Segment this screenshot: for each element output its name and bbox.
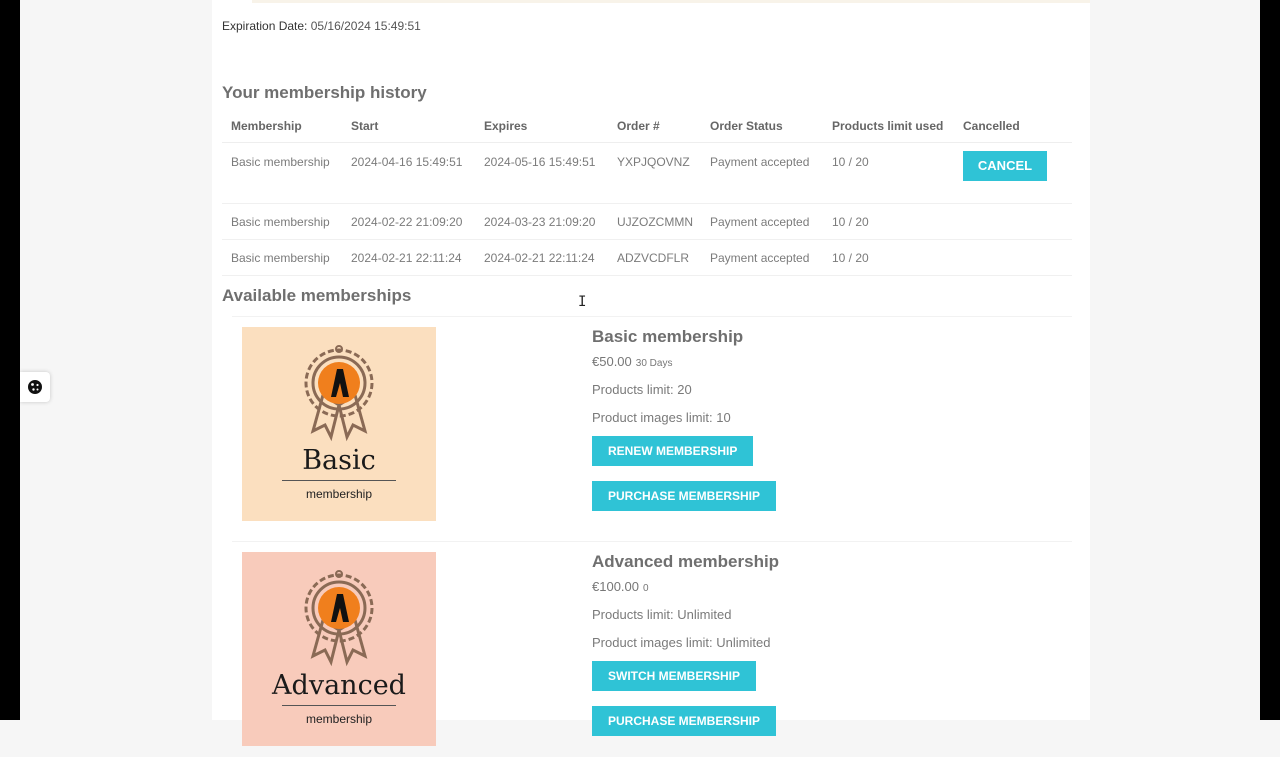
cell-limit: 10 / 20 bbox=[823, 203, 954, 240]
top-strip bbox=[252, 0, 1090, 3]
table-row: Basic membership 2024-02-22 21:09:20 202… bbox=[222, 203, 1072, 240]
membership-info-advanced: Advanced membership €100.00 0 Products li… bbox=[592, 552, 779, 736]
price-duration: 0 bbox=[643, 583, 649, 594]
membership-card-basic: Basic membership Basic membership €50.00… bbox=[232, 316, 1072, 532]
cell-status: Payment accepted bbox=[701, 239, 823, 276]
membership-info-basic: Basic membership €50.00 30 Days Products … bbox=[592, 327, 777, 511]
membership-card-advanced: Advanced membership Advanced membership … bbox=[232, 541, 1072, 757]
membership-image-title: Advanced bbox=[272, 670, 406, 701]
col-membership: Membership bbox=[222, 109, 342, 143]
membership-image-title: Basic bbox=[302, 445, 376, 476]
text-cursor-icon: I bbox=[578, 294, 587, 310]
cell-order: ADZVCDFLR bbox=[608, 239, 701, 276]
cell-order: UJZOZCMMN bbox=[608, 203, 701, 240]
video-letterbox-right bbox=[1260, 0, 1280, 720]
cell-status: Payment accepted bbox=[701, 142, 823, 204]
cell-cancelled: CANCEL bbox=[954, 142, 1072, 204]
divider bbox=[282, 705, 396, 706]
cell-membership: Basic membership bbox=[222, 203, 342, 240]
cancel-button[interactable]: CANCEL bbox=[963, 151, 1047, 181]
membership-image-advanced: Advanced membership bbox=[242, 552, 436, 746]
price-value: €100.00 bbox=[592, 579, 639, 594]
cell-limit: 10 / 20 bbox=[823, 142, 954, 204]
cell-cancelled bbox=[954, 203, 1072, 240]
price-value: €50.00 bbox=[592, 354, 632, 369]
cookie-settings-button[interactable] bbox=[20, 372, 50, 402]
cell-expires: 2024-02-21 22:11:24 bbox=[475, 239, 608, 276]
expiration-label: Expiration Date: bbox=[222, 19, 308, 33]
expiration-date: Expiration Date: 05/16/2024 15:49:51 bbox=[222, 19, 421, 33]
available-memberships-title: Available memberships bbox=[222, 286, 412, 305]
col-order-status: Order Status bbox=[701, 109, 823, 143]
award-ribbon-icon bbox=[304, 570, 374, 667]
membership-name: Advanced membership bbox=[592, 552, 780, 571]
cell-membership: Basic membership bbox=[222, 142, 342, 204]
membership-name: Basic membership bbox=[592, 327, 744, 346]
cell-start: 2024-02-21 22:11:24 bbox=[342, 239, 475, 276]
purchase-membership-button[interactable]: PURCHASE MEMBERSHIP bbox=[592, 706, 777, 736]
product-images-limit: Product images limit: Unlimited bbox=[592, 635, 771, 650]
switch-membership-button[interactable]: SWITCH MEMBERSHIP bbox=[592, 661, 756, 691]
cell-start: 2024-02-22 21:09:20 bbox=[342, 203, 475, 240]
divider bbox=[282, 480, 396, 481]
renew-membership-button[interactable]: RENEW MEMBERSHIP bbox=[592, 436, 754, 466]
table-row: Basic membership 2024-04-16 15:49:51 202… bbox=[222, 142, 1072, 204]
purchase-membership-button[interactable]: PURCHASE MEMBERSHIP bbox=[592, 481, 777, 511]
membership-price: €100.00 0 bbox=[592, 579, 779, 594]
col-products-limit: Products limit used bbox=[823, 109, 954, 143]
products-limit: Products limit: Unlimited bbox=[592, 607, 732, 622]
expiration-value: 05/16/2024 15:49:51 bbox=[310, 19, 421, 33]
membership-image-subtitle: membership bbox=[305, 712, 373, 726]
video-letterbox-left bbox=[0, 0, 20, 720]
price-duration: 30 Days bbox=[635, 358, 673, 369]
cell-expires: 2024-05-16 15:49:51 bbox=[475, 142, 608, 204]
product-images-limit: Product images limit: 10 bbox=[592, 410, 731, 425]
award-ribbon-icon bbox=[304, 345, 374, 442]
cell-start: 2024-04-16 15:49:51 bbox=[342, 142, 475, 204]
membership-history-title: Your membership history bbox=[222, 83, 427, 102]
cell-status: Payment accepted bbox=[701, 203, 823, 240]
col-cancelled: Cancelled bbox=[954, 109, 1072, 143]
cookie-icon bbox=[28, 380, 42, 394]
table-row: Basic membership 2024-02-21 22:11:24 202… bbox=[222, 239, 1072, 276]
membership-image-subtitle: membership bbox=[305, 487, 373, 501]
col-order: Order # bbox=[608, 109, 701, 143]
cell-cancelled bbox=[954, 239, 1072, 276]
cell-order: YXPJQOVNZ bbox=[608, 142, 701, 204]
cell-membership: Basic membership bbox=[222, 239, 342, 276]
col-expires: Expires bbox=[475, 109, 608, 143]
membership-history-table: Membership Start Expires Order # Order S… bbox=[222, 109, 1072, 276]
table-header-row: Membership Start Expires Order # Order S… bbox=[222, 109, 1072, 143]
products-limit: Products limit: 20 bbox=[592, 382, 692, 397]
cell-limit: 10 / 20 bbox=[823, 239, 954, 276]
membership-price: €50.00 30 Days bbox=[592, 354, 776, 369]
col-start: Start bbox=[342, 109, 475, 143]
cell-expires: 2024-03-23 21:09:20 bbox=[475, 203, 608, 240]
membership-image-basic: Basic membership bbox=[242, 327, 436, 521]
